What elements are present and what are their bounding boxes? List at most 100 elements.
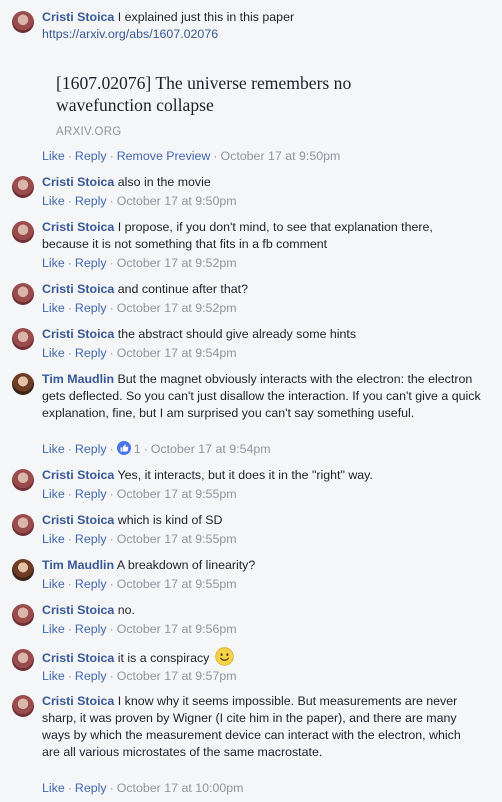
reply-button[interactable]: Reply bbox=[75, 781, 107, 795]
separator: · bbox=[67, 577, 72, 591]
timestamp[interactable]: October 17 at 9:55pm bbox=[117, 487, 237, 501]
comment-body: Cristi Stoica and continue after that? bbox=[42, 281, 482, 298]
like-button[interactable]: Like bbox=[42, 669, 65, 683]
separator: · bbox=[109, 301, 114, 315]
avatar[interactable] bbox=[12, 176, 34, 198]
comment-actions: Like · Reply · October 17 at 9:50pm bbox=[42, 193, 237, 209]
like-button[interactable]: Like bbox=[42, 149, 65, 163]
avatar[interactable] bbox=[12, 221, 34, 243]
like-button[interactable]: Like bbox=[42, 301, 65, 315]
avatar[interactable] bbox=[12, 11, 34, 33]
like-button[interactable]: Like bbox=[42, 781, 65, 795]
comment-actions: Like · Reply · October 17 at 9:54pm bbox=[42, 345, 237, 361]
like-button[interactable]: Like bbox=[42, 622, 65, 636]
comment-body: Cristi Stoica I know why it seems imposs… bbox=[42, 693, 482, 761]
like-button[interactable]: Like bbox=[42, 256, 65, 270]
comment-text: Yes, it interacts, but it does it in the… bbox=[117, 468, 373, 482]
separator: · bbox=[67, 346, 72, 360]
author-name[interactable]: Cristi Stoica bbox=[42, 694, 114, 708]
author-name[interactable]: Cristi Stoica bbox=[42, 10, 114, 24]
comment-text: which is kind of SD bbox=[117, 513, 223, 527]
like-button[interactable]: Like bbox=[42, 442, 65, 456]
timestamp[interactable]: October 17 at 9:55pm bbox=[117, 577, 237, 591]
timestamp[interactable]: October 17 at 9:54pm bbox=[151, 442, 271, 456]
reply-button[interactable]: Reply bbox=[75, 149, 107, 163]
like-button[interactable]: Like bbox=[42, 194, 65, 208]
paper-link[interactable]: https://arxiv.org/abs/1607.02076 bbox=[42, 27, 218, 41]
author-name[interactable]: Cristi Stoica bbox=[42, 282, 114, 296]
reply-button[interactable]: Reply bbox=[75, 669, 107, 683]
avatar[interactable] bbox=[12, 695, 34, 717]
timestamp[interactable]: October 17 at 9:50pm bbox=[221, 149, 341, 163]
like-reaction-icon[interactable] bbox=[116, 441, 131, 459]
avatar[interactable] bbox=[12, 283, 34, 305]
comment-actions: Like · Reply · October 17 at 9:57pm bbox=[42, 668, 237, 684]
separator: · bbox=[67, 781, 72, 795]
like-button[interactable]: Like bbox=[42, 346, 65, 360]
comment-text: it is a conspiracy bbox=[117, 651, 210, 665]
reply-button[interactable]: Reply bbox=[75, 256, 107, 270]
comment-text: also in the movie bbox=[117, 175, 211, 189]
comment-actions: Like · Reply · October 17 at 9:55pm bbox=[42, 576, 237, 592]
timestamp[interactable]: October 17 at 9:56pm bbox=[117, 622, 237, 636]
comment-text: and continue after that? bbox=[117, 282, 248, 296]
separator: · bbox=[67, 301, 72, 315]
author-name[interactable]: Cristi Stoica bbox=[42, 327, 114, 341]
timestamp[interactable]: October 17 at 9:50pm bbox=[117, 194, 237, 208]
author-name[interactable]: Cristi Stoica bbox=[42, 513, 114, 527]
reply-button[interactable]: Reply bbox=[75, 622, 107, 636]
comment-body: Cristi Stoica I propose, if you don't mi… bbox=[42, 219, 482, 253]
separator: · bbox=[109, 532, 114, 546]
remove-preview-button[interactable]: Remove Preview bbox=[117, 149, 211, 163]
separator: · bbox=[109, 346, 114, 360]
preview-title[interactable]: [1607.02076] The universe remembers no w… bbox=[56, 72, 436, 116]
comment-actions: Like · Reply · October 17 at 9:56pm bbox=[42, 621, 237, 637]
link-preview[interactable]: [1607.02076] The universe remembers no w… bbox=[42, 58, 472, 148]
like-button[interactable]: Like bbox=[42, 487, 65, 501]
timestamp[interactable]: October 17 at 9:57pm bbox=[117, 669, 237, 683]
comment-actions: Like · Reply · 1 · October 17 at 9:54pm bbox=[42, 441, 271, 459]
reply-button[interactable]: Reply bbox=[75, 532, 107, 546]
timestamp[interactable]: October 17 at 9:52pm bbox=[117, 301, 237, 315]
timestamp[interactable]: October 17 at 9:55pm bbox=[117, 532, 237, 546]
comment-body: Cristi Stoica the abstract should give a… bbox=[42, 326, 482, 343]
author-name[interactable]: Tim Maudlin bbox=[42, 558, 114, 572]
separator: · bbox=[109, 622, 114, 636]
separator: · bbox=[109, 577, 114, 591]
reply-button[interactable]: Reply bbox=[75, 301, 107, 315]
author-name[interactable]: Cristi Stoica bbox=[42, 175, 114, 189]
comment-body: Tim Maudlin But the magnet obviously int… bbox=[42, 371, 482, 422]
timestamp[interactable]: October 17 at 9:52pm bbox=[117, 256, 237, 270]
avatar[interactable] bbox=[12, 328, 34, 350]
author-name[interactable]: Cristi Stoica bbox=[42, 220, 114, 234]
avatar[interactable] bbox=[12, 604, 34, 626]
avatar[interactable] bbox=[12, 649, 34, 671]
author-name[interactable]: Tim Maudlin bbox=[42, 372, 114, 386]
separator: · bbox=[109, 669, 114, 683]
reply-button[interactable]: Reply bbox=[75, 346, 107, 360]
reply-button[interactable]: Reply bbox=[75, 442, 107, 456]
avatar[interactable] bbox=[12, 514, 34, 536]
timestamp[interactable]: October 17 at 9:54pm bbox=[117, 346, 237, 360]
like-button[interactable]: Like bbox=[42, 532, 65, 546]
comment-text: no. bbox=[117, 603, 135, 617]
avatar[interactable] bbox=[12, 469, 34, 491]
comment-actions: Like · Reply · October 17 at 10:00pm bbox=[42, 780, 243, 796]
separator: · bbox=[67, 194, 72, 208]
avatar[interactable] bbox=[12, 373, 34, 395]
reply-button[interactable]: Reply bbox=[75, 577, 107, 591]
comment-body: Cristi Stoica no. bbox=[42, 602, 482, 619]
author-name[interactable]: Cristi Stoica bbox=[42, 651, 114, 665]
like-button[interactable]: Like bbox=[42, 577, 65, 591]
comment-body: Cristi Stoica I explained just this in t… bbox=[42, 9, 482, 43]
timestamp[interactable]: October 17 at 10:00pm bbox=[117, 781, 244, 795]
comment-actions: Like · Reply · October 17 at 9:52pm bbox=[42, 255, 237, 271]
reaction-count[interactable]: 1 bbox=[131, 442, 141, 456]
reply-button[interactable]: Reply bbox=[75, 487, 107, 501]
comment-actions: Like · Reply · Remove Preview · October 17 at … bbox=[42, 148, 340, 164]
avatar[interactable] bbox=[12, 559, 34, 581]
author-name[interactable]: Cristi Stoica bbox=[42, 468, 114, 482]
comment-actions: Like · Reply · October 17 at 9:55pm bbox=[42, 486, 237, 502]
author-name[interactable]: Cristi Stoica bbox=[42, 603, 114, 617]
reply-button[interactable]: Reply bbox=[75, 194, 107, 208]
